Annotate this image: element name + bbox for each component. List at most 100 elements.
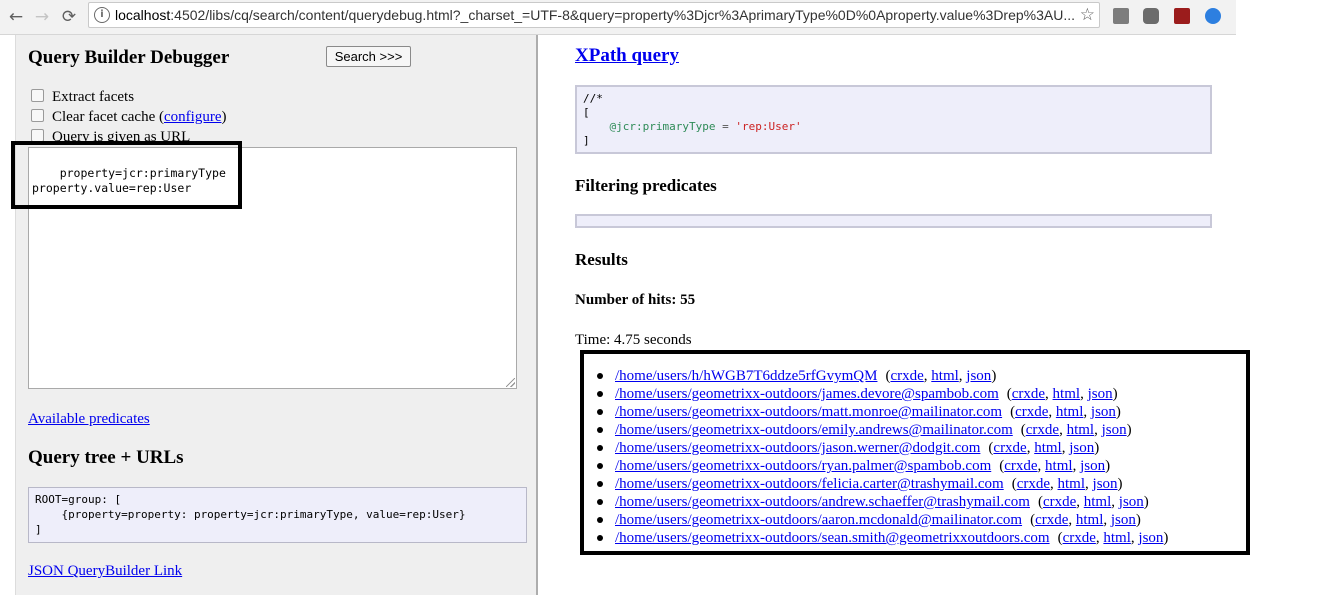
list-item: /home/users/geometrixx-outdoors/emily.an… [595, 421, 1168, 439]
json-link[interactable]: json [1069, 440, 1094, 456]
separator: , [1076, 494, 1084, 510]
html-link[interactable]: html [1053, 386, 1081, 402]
crxde-link[interactable]: crxde [1004, 458, 1037, 474]
checkmark-extension-icon[interactable] [1205, 8, 1221, 24]
configure-link[interactable]: configure [164, 109, 221, 125]
json-link[interactable]: json [1119, 494, 1144, 510]
separator: , [1045, 386, 1053, 402]
extract-facets-option[interactable]: Extract facets [31, 89, 134, 106]
html-link[interactable]: html [1045, 458, 1073, 474]
result-path-link[interactable]: /home/users/geometrixx-outdoors/emily.an… [615, 422, 1013, 438]
list-item: /home/users/geometrixx-outdoors/matt.mon… [595, 403, 1168, 421]
json-link[interactable]: json [1093, 476, 1118, 492]
crxde-link[interactable]: crxde [1026, 422, 1059, 438]
json-link[interactable]: json [1102, 422, 1127, 438]
query-as-url-option[interactable]: Query is given as URL [31, 129, 190, 146]
result-path-link[interactable]: /home/users/geometrixx-outdoors/andrew.s… [615, 494, 1030, 510]
resize-handle-icon[interactable] [506, 378, 515, 387]
xpath-line-2: [ [583, 106, 590, 119]
crxde-link[interactable]: crxde [1017, 476, 1050, 492]
result-path-link[interactable]: /home/users/h/hWGB7T6ddze5rfGvymQM [615, 368, 877, 384]
crxde-link[interactable]: crxde [1035, 512, 1068, 528]
html-link[interactable]: html [1058, 476, 1086, 492]
json-link[interactable]: json [1091, 404, 1116, 420]
separator: , [1083, 404, 1091, 420]
address-bar[interactable]: i localhost:4502/libs/cq/search/content/… [88, 2, 1100, 28]
query-time: Time: 4.75 seconds [575, 332, 692, 348]
html-link[interactable]: html [1103, 530, 1131, 546]
clear-cache-checkbox[interactable] [31, 109, 44, 122]
separator: , [1059, 422, 1067, 438]
query-tree-box: ROOT=group: [ {property=property: proper… [28, 487, 527, 543]
crxde-link[interactable]: crxde [993, 440, 1026, 456]
page-title: Query Builder Debugger [28, 47, 230, 68]
paren-close: ) [1163, 530, 1169, 546]
html-link[interactable]: html [1084, 494, 1112, 510]
paren-close: ) [1117, 476, 1123, 492]
crxde-link[interactable]: crxde [1012, 386, 1045, 402]
crxde-link[interactable]: crxde [890, 368, 923, 384]
clear-cache-label: Clear facet cache ( [52, 109, 164, 125]
result-path-link[interactable]: /home/users/geometrixx-outdoors/jason.we… [615, 440, 980, 456]
bookmark-star-icon[interactable]: ☆ [1080, 4, 1095, 26]
html-link[interactable]: html [931, 368, 959, 384]
json-link[interactable]: json [1111, 512, 1136, 528]
result-actions: (crxde, html, json) [1012, 476, 1123, 492]
result-actions: (crxde, html, json) [1058, 530, 1169, 546]
query-form-panel: Query Builder Debugger Search >>> Extrac… [15, 35, 538, 595]
result-actions: (crxde, html, json) [1007, 386, 1118, 402]
info-icon[interactable]: i [94, 7, 110, 23]
html-link[interactable]: html [1056, 404, 1084, 420]
query-textarea[interactable]: property=jcr:primaryType property.value=… [28, 147, 517, 389]
result-path-link[interactable]: /home/users/geometrixx-outdoors/james.de… [615, 386, 999, 402]
result-path-link[interactable]: /home/users/geometrixx-outdoors/matt.mon… [615, 404, 1002, 420]
result-actions: (crxde, html, json) [1021, 422, 1132, 438]
forward-arrow-icon[interactable]: → [30, 5, 54, 29]
paren-close: ) [1105, 458, 1111, 474]
json-link[interactable]: json [1088, 386, 1113, 402]
list-item: /home/users/geometrixx-outdoors/sean.smi… [595, 529, 1168, 547]
result-path-link[interactable]: /home/users/geometrixx-outdoors/felicia.… [615, 476, 1004, 492]
extract-facets-checkbox[interactable] [31, 89, 44, 102]
json-link[interactable]: json [1080, 458, 1105, 474]
extension-shield-icon[interactable] [1143, 8, 1159, 24]
json-link[interactable]: json [966, 368, 991, 384]
results-heading: Results [575, 250, 628, 269]
extension-grid-icon[interactable] [1113, 8, 1129, 24]
url-text[interactable]: localhost:4502/libs/cq/search/content/qu… [115, 7, 1075, 23]
paren-close: ) [1135, 512, 1141, 528]
html-link[interactable]: html [1067, 422, 1095, 438]
pdf-extension-icon[interactable] [1174, 8, 1190, 24]
separator: , [1050, 476, 1058, 492]
back-arrow-icon[interactable]: ← [4, 5, 28, 29]
crxde-link[interactable]: crxde [1015, 404, 1048, 420]
search-button[interactable]: Search >>> [326, 46, 411, 67]
clear-cache-suffix: ) [221, 109, 227, 125]
crxde-link[interactable]: crxde [1063, 530, 1096, 546]
clear-cache-option[interactable]: Clear facet cache (configure) [31, 109, 226, 126]
result-path-link[interactable]: /home/users/geometrixx-outdoors/aaron.mc… [615, 512, 1022, 528]
reload-icon[interactable]: ⟳ [57, 5, 81, 29]
xpath-line-1: //* [583, 92, 603, 105]
available-predicates-link[interactable]: Available predicates [28, 411, 150, 428]
query-tree-text: ROOT=group: [ {property=property: proper… [35, 493, 466, 536]
json-link[interactable]: json [1138, 530, 1163, 546]
result-path-link[interactable]: /home/users/geometrixx-outdoors/ryan.pal… [615, 458, 991, 474]
result-actions: (crxde, html, json) [1038, 494, 1149, 510]
json-querybuilder-link[interactable]: JSON QueryBuilder Link [28, 563, 182, 580]
html-link[interactable]: html [1034, 440, 1062, 456]
result-path-link[interactable]: /home/users/geometrixx-outdoors/sean.smi… [615, 530, 1050, 546]
result-actions: (crxde, html, json) [1030, 512, 1141, 528]
list-item: /home/users/geometrixx-outdoors/aaron.mc… [595, 511, 1168, 529]
list-item: /home/users/h/hWGB7T6ddze5rfGvymQM (crxde… [595, 367, 1168, 385]
list-item: /home/users/geometrixx-outdoors/ryan.pal… [595, 457, 1168, 475]
extract-facets-label: Extract facets [52, 89, 135, 105]
html-link[interactable]: html [1076, 512, 1104, 528]
xpath-query-link[interactable]: XPath query [575, 45, 679, 67]
browser-toolbar: ← → ⟳ i localhost:4502/libs/cq/search/co… [0, 0, 1236, 35]
crxde-link[interactable]: crxde [1043, 494, 1076, 510]
xpath-line-4: ] [583, 134, 590, 147]
paren-close: ) [1112, 386, 1118, 402]
query-as-url-checkbox[interactable] [31, 129, 44, 142]
filtering-predicates-heading: Filtering predicates [575, 176, 717, 195]
